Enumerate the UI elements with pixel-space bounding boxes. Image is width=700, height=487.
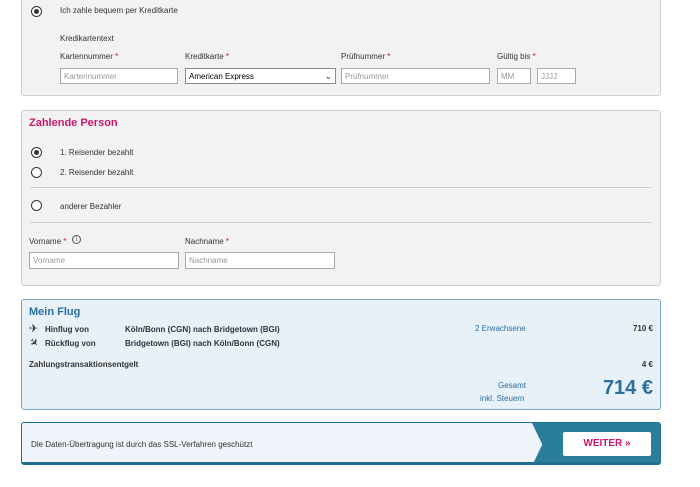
last-name-input[interactable]: Nachname [185, 252, 335, 269]
flight-title: Mein Flug [29, 306, 81, 318]
credit-card-option-label: Ich zahle bequem per Kreditkarte [60, 6, 178, 15]
card-number-label: Kartennummer * [60, 52, 119, 61]
outbound-route: Köln/Bonn (CGN) nach Bridgetown (BGI) [125, 325, 280, 334]
paying-person-panel: Zahlende Person 1. Reisender bezahlt 2. … [21, 110, 661, 286]
chevron-down-icon: ⌄ [324, 71, 332, 81]
credit-card-radio[interactable] [31, 6, 42, 17]
card-type-value: American Express [189, 72, 254, 81]
divider [30, 187, 652, 188]
flight-summary-panel: Mein Flug ✈ Hinflug von Köln/Bonn (CGN) … [21, 299, 661, 410]
plane-arrival-icon: ✈ [26, 335, 42, 351]
cvc-label: Prüfnummer * [341, 52, 391, 61]
valid-until-label: Gültig bis * [497, 52, 536, 61]
payer-radio-other[interactable] [31, 200, 42, 211]
card-type-label: Kreditkarte * [185, 52, 230, 61]
total-price: 714 € [602, 377, 653, 399]
next-button[interactable]: WEITER » [563, 432, 651, 456]
card-number-input[interactable]: Kartennummer [60, 68, 178, 84]
fee-price: 4 € [641, 360, 653, 369]
last-name-label: Nachname * [185, 237, 230, 246]
payer-radio-traveler-2[interactable] [31, 167, 42, 178]
ssl-notice: Die Daten-Übertragung ist durch das SSL-… [31, 440, 253, 449]
plane-departure-icon: ✈ [29, 323, 39, 335]
cvc-input[interactable]: Prüfnummer [341, 68, 490, 84]
info-icon[interactable]: i [72, 235, 81, 244]
valid-year-input[interactable]: JJJJ [537, 68, 576, 84]
flight-price: 710 € [632, 324, 653, 333]
first-name-label: Vorname * [29, 237, 67, 246]
outbound-label: Hinflug von [45, 325, 89, 334]
total-sublabel: inkl. Steuern [480, 394, 525, 403]
passengers-count: 2 Erwachsene [475, 324, 526, 333]
valid-month-input[interactable]: MM [497, 68, 531, 84]
first-name-input[interactable]: Vorname [29, 252, 179, 269]
return-route: Bridgetown (BGI) nach Köln/Bonn (CGN) [125, 339, 280, 348]
payer-option-label: 2. Reisender bezahlt [60, 168, 134, 177]
return-label: Rückflug von [45, 339, 96, 348]
payer-option-label: anderer Bezahler [60, 202, 122, 211]
fee-label: Zahlungstransaktionsentgelt [29, 360, 139, 369]
total-label: Gesamt [498, 381, 527, 390]
payer-option-label: 1. Reisender bezahlt [60, 148, 134, 157]
paying-person-title: Zahlende Person [29, 117, 118, 129]
payer-radio-traveler-1[interactable] [31, 147, 42, 158]
credit-card-section-label: Kredikartentext [60, 34, 114, 43]
credit-card-panel: Ich zahle bequem per Kreditkarte Kredika… [21, 0, 661, 96]
ssl-footer-bar: Die Daten-Übertragung ist durch das SSL-… [21, 422, 661, 465]
divider [30, 222, 652, 223]
card-type-select[interactable]: American Express ⌄ [185, 68, 336, 84]
